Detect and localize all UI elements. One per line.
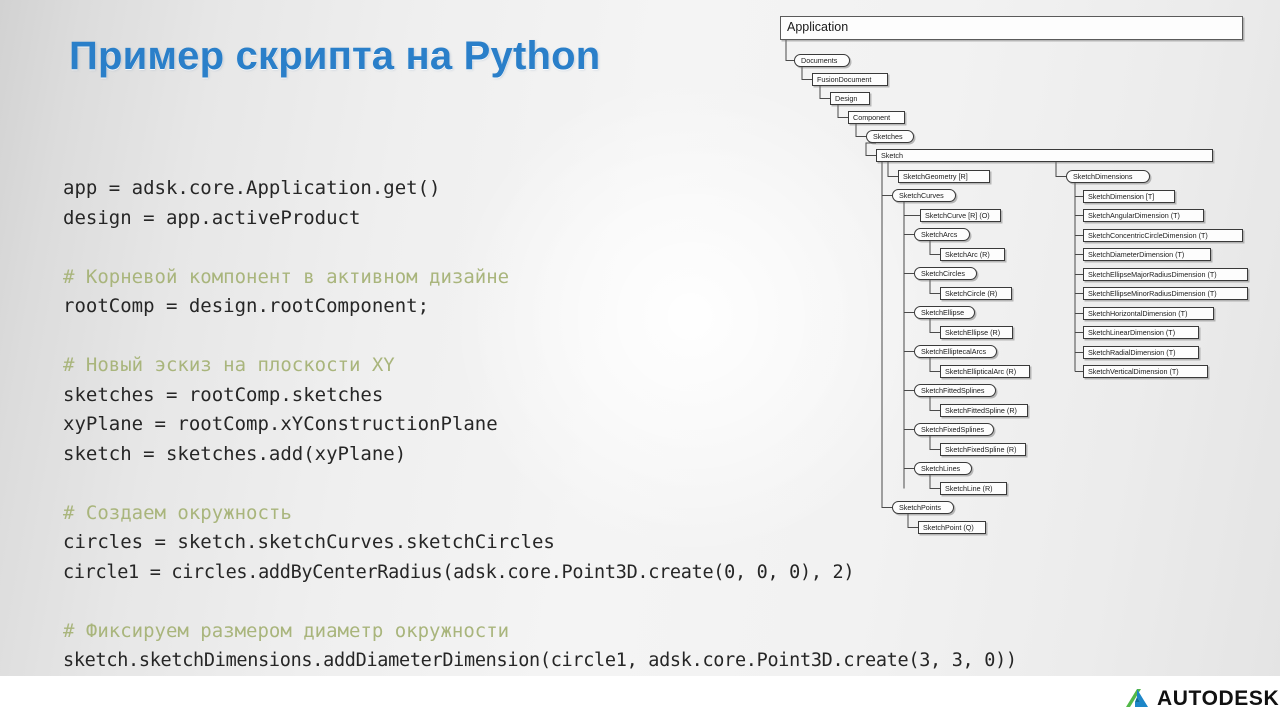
autodesk-wordmark: AUTODESK bbox=[1157, 687, 1280, 710]
tree-node-sketchlineardimension[interactable]: SketchLinearDimension (T) bbox=[1083, 326, 1199, 339]
tree-node-sketchdimensions[interactable]: SketchDimensions bbox=[1066, 170, 1150, 183]
tree-node-component[interactable]: Component bbox=[848, 111, 905, 124]
tree-node-sketchline[interactable]: SketchLine (R) bbox=[940, 482, 1007, 495]
tree-node-sketchconcentriccircledimension[interactable]: SketchConcentricCircleDimension (T) bbox=[1083, 229, 1243, 242]
footer-band bbox=[0, 676, 1280, 720]
tree-node-sketchdiameterdimension[interactable]: SketchDiameterDimension (T) bbox=[1083, 248, 1211, 261]
page-title: Пример скрипта на Python bbox=[69, 34, 601, 78]
tree-node-sketchellipticalarcs[interactable]: SketchElliptecalArcs bbox=[914, 345, 997, 358]
tree-node-sketchangulardimension[interactable]: SketchAngularDimension (T) bbox=[1083, 209, 1204, 222]
tree-node-sketchlines[interactable]: SketchLines bbox=[914, 462, 972, 475]
tree-node-fusiondocument[interactable]: FusionDocument bbox=[812, 73, 888, 86]
autodesk-logo: AUTODESK . bbox=[1124, 687, 1280, 711]
tree-node-sketchcurves[interactable]: SketchCurves bbox=[892, 189, 956, 202]
tree-node-sketchellipseminorradiusdimension[interactable]: SketchEllipseMinorRadiusDimension (T) bbox=[1083, 287, 1248, 300]
tree-node-documents[interactable]: Documents bbox=[794, 54, 850, 67]
tree-node-sketchellipticalarc[interactable]: SketchEllipticalArc (R) bbox=[940, 365, 1030, 378]
tree-node-sketchellipse-coll[interactable]: SketchEllipse bbox=[914, 306, 975, 319]
tree-node-design[interactable]: Design bbox=[830, 92, 870, 105]
tree-node-sketcharc[interactable]: SketchArc (R) bbox=[940, 248, 1005, 261]
autodesk-mark-icon bbox=[1126, 689, 1148, 707]
tree-node-sketchfittedspline[interactable]: SketchFittedSpline (R) bbox=[940, 404, 1028, 417]
tree-node-sketchellipsemajorradiusdimension[interactable]: SketchEllipseMajorRadiusDimension (T) bbox=[1083, 268, 1248, 281]
tree-node-sketchcircles[interactable]: SketchCircles bbox=[914, 267, 977, 280]
tree-node-sketch[interactable]: Sketch bbox=[876, 149, 1213, 162]
code-line: sketch.sketchDimensions.addDiameterDimen… bbox=[63, 650, 1017, 671]
tree-node-sketcharcs[interactable]: SketchArcs bbox=[914, 228, 970, 241]
object-model-tree: Application Documents FusionDocument Design… bbox=[772, 12, 1272, 552]
tree-node-sketchcircle[interactable]: SketchCircle (R) bbox=[940, 287, 1012, 300]
slide-canvas: Пример скрипта на Python app = adsk.core… bbox=[0, 0, 1280, 720]
tree-node-sketchpoint[interactable]: SketchPoint (Q) bbox=[918, 521, 986, 534]
tree-node-sketches[interactable]: Sketches bbox=[866, 130, 914, 143]
tree-node-sketchverticaldimension[interactable]: SketchVerticalDimension (T) bbox=[1083, 365, 1208, 378]
tree-node-sketchpoints[interactable]: SketchPoints bbox=[892, 501, 954, 514]
code-line: circle1 = circles.addByCenterRadius(adsk… bbox=[63, 561, 855, 583]
tree-node-sketchdimension[interactable]: SketchDimension [T] bbox=[1083, 190, 1175, 203]
tree-node-sketchfittedsplines[interactable]: SketchFittedSplines bbox=[914, 384, 996, 397]
tree-node-application[interactable]: Application bbox=[780, 16, 1243, 40]
tree-node-sketchhorizontaldimension[interactable]: SketchHorizontalDimension (T) bbox=[1083, 307, 1214, 320]
tree-node-sketchfixedsplines[interactable]: SketchFixedSplines bbox=[914, 423, 994, 436]
tree-node-sketchgeometry[interactable]: SketchGeometry [R] bbox=[898, 170, 990, 183]
tree-node-sketchellipse[interactable]: SketchEllipse (R) bbox=[940, 326, 1013, 339]
tree-node-sketchradialdimension[interactable]: SketchRadialDimension (T) bbox=[1083, 346, 1199, 359]
tree-node-sketchcurve[interactable]: SketchCurve [R] (O) bbox=[920, 209, 1001, 222]
code-comment-line: # Фиксируем размером диаметр окружности bbox=[63, 619, 510, 642]
tree-node-sketchfixedspline[interactable]: SketchFixedSpline (R) bbox=[940, 443, 1026, 456]
